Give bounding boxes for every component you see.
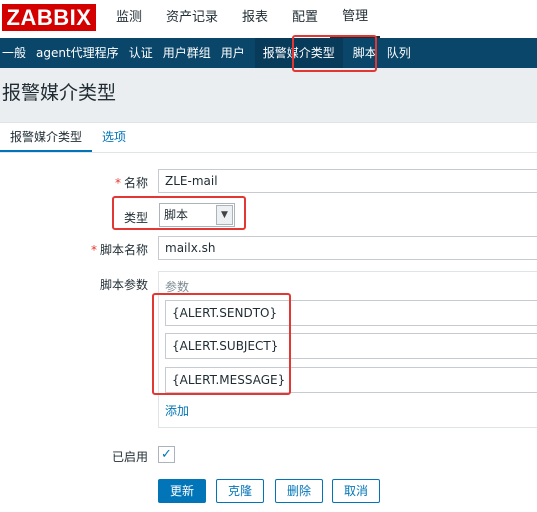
submenu-media-types[interactable]: 报警媒介类型 [254, 38, 343, 68]
type-select[interactable]: 脚本 ▼ [159, 203, 235, 227]
menu-monitoring[interactable]: 监测 [104, 0, 154, 38]
params-column-header: 参数 [165, 280, 190, 294]
param-input-sendto[interactable]: {ALERT.SENDTO} [165, 300, 537, 326]
script-name-input[interactable]: mailx.sh [158, 236, 537, 260]
enabled-checkbox[interactable]: ✓ [158, 446, 175, 463]
media-type-form-panel: 报警媒介类型 选项 * 名称 ZLE-mail 类型 脚本 ▼ * 脚本名称 mai… [0, 122, 537, 512]
submenu-authentication[interactable]: 认证 [129, 38, 163, 68]
script-params-table: 参数 {ALERT.SENDTO} {ALERT.SUBJECT} {ALERT… [158, 271, 537, 428]
param-input-subject[interactable]: {ALERT.SUBJECT} [165, 333, 537, 359]
submenu-queue[interactable]: 队列 [387, 38, 421, 68]
param-input-message[interactable]: {ALERT.MESSAGE} [165, 367, 537, 393]
update-button[interactable]: 更新 [158, 479, 206, 503]
script-name-label: * 脚本名称 [90, 243, 148, 257]
cancel-button[interactable]: 取消 [332, 479, 380, 503]
page-title: 报警媒介类型 [2, 82, 117, 104]
add-param-link[interactable]: 添加 [165, 402, 189, 419]
tab-options[interactable]: 选项 [92, 123, 136, 152]
type-select-value: 脚本 [164, 208, 189, 222]
name-label: * 名称 [114, 176, 148, 190]
menu-inventory[interactable]: 资产记录 [154, 0, 230, 38]
type-label: 类型 [123, 211, 148, 225]
menu-configuration[interactable]: 配置 [280, 0, 330, 38]
submenu-proxies[interactable]: agent代理程序 [36, 38, 129, 68]
clone-button[interactable]: 克隆 [216, 479, 264, 503]
checkmark-icon: ✓ [161, 447, 172, 462]
chevron-down-icon: ▼ [216, 205, 233, 225]
top-bar: ZABBIX 监测 资产记录 报表 配置 管理 [0, 0, 537, 38]
sub-menu: 一般 agent代理程序 认证 用户群组 用户 报警媒介类型 脚本 队列 [0, 38, 537, 68]
submenu-scripts[interactable]: 脚本 [353, 38, 387, 68]
zabbix-logo[interactable]: ZABBIX [2, 4, 96, 31]
form-tabs: 报警媒介类型 选项 [0, 123, 537, 153]
enabled-label: 已启用 [111, 450, 148, 464]
name-label-text: 名称 [123, 176, 148, 190]
script-params-label: 脚本参数 [99, 278, 148, 292]
tab-media-type[interactable]: 报警媒介类型 [0, 123, 93, 152]
menu-administration[interactable]: 管理 [330, 0, 381, 38]
name-input[interactable]: ZLE-mail [158, 169, 537, 193]
main-menu: 监测 资产记录 报表 配置 管理 [104, 0, 381, 38]
delete-button[interactable]: 删除 [275, 479, 323, 503]
submenu-user-groups[interactable]: 用户群组 [163, 38, 221, 68]
script-name-label-text: 脚本名称 [99, 243, 148, 257]
submenu-general[interactable]: 一般 [0, 38, 36, 68]
menu-reports[interactable]: 报表 [230, 0, 280, 38]
submenu-users[interactable]: 用户 [221, 38, 255, 68]
